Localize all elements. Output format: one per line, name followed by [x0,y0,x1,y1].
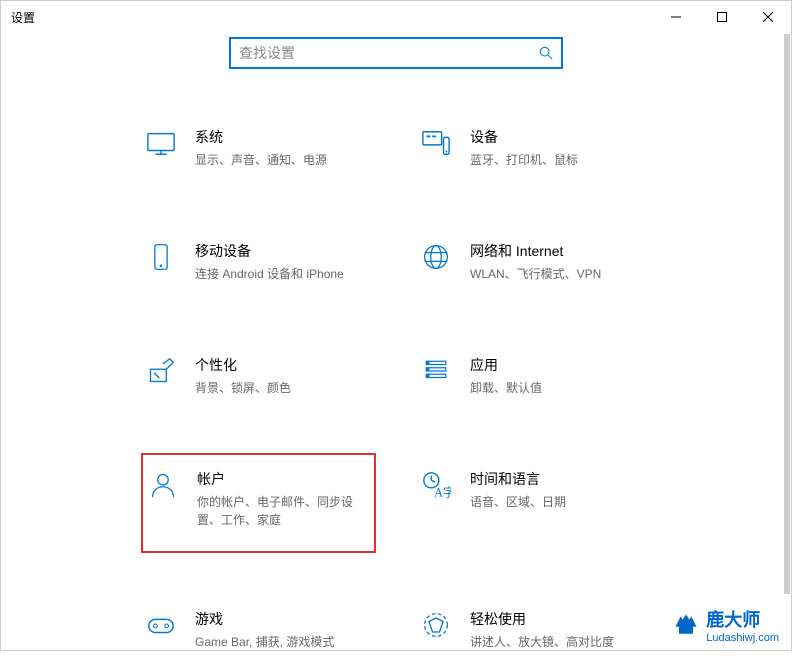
person-icon [147,469,179,501]
category-desc: 显示、声音、通知、电源 [195,151,365,169]
category-text: 时间和语言语音、区域、日期 [470,469,647,511]
category-text: 设备蓝牙、打印机、鼠标 [470,127,647,169]
category-text: 帐户你的帐户、电子邮件、同步设置、工作、家庭 [197,469,370,529]
category-desc: 背景、锁屏、颜色 [195,379,365,397]
category-text: 应用卸载、默认值 [470,355,647,397]
watermark-url: Ludashiwj.com [706,632,779,644]
category-system[interactable]: 系统显示、声音、通知、电源 [141,119,376,177]
category-title: 设备 [470,127,647,147]
category-desc: 连接 Android 设备和 iPhone [195,265,365,283]
svg-text:A字: A字 [434,484,451,499]
categories-grid: 系统显示、声音、通知、电源 设备蓝牙、打印机、鼠标移动设备连接 Android 设… [1,119,791,659]
category-desc: 语音、区域、日期 [470,493,640,511]
window-title: 设置 [11,9,35,26]
category-title: 网络和 Internet [470,241,647,261]
category-accessibility[interactable]: 轻松使用讲述人、放大镜、高对比度 [416,601,651,659]
category-time[interactable]: A字 时间和语言语音、区域、日期 [416,461,651,545]
category-desc: Game Bar, 捕获, 游戏模式 [195,633,365,651]
category-personalization[interactable]: 个性化背景、锁屏、颜色 [141,347,376,405]
minimize-icon [671,12,681,22]
category-accounts[interactable]: 帐户你的帐户、电子邮件、同步设置、工作、家庭 [141,453,376,553]
monitor-icon [145,127,177,159]
window-controls [653,1,791,33]
watermark: 鹿大师 Ludashiwj.com [672,606,779,644]
category-text: 个性化背景、锁屏、颜色 [195,355,372,397]
apps-icon [420,355,452,387]
category-title: 帐户 [197,469,370,489]
category-network[interactable]: 网络和 Internet WLAN、飞行模式、VPN [416,233,651,291]
category-gaming[interactable]: 游戏 Game Bar, 捕获, 游戏模式 [141,601,376,659]
titlebar: 设置 [1,1,791,33]
category-desc: 卸载、默认值 [470,379,640,397]
devices-icon [420,127,452,159]
time-language-icon: A字 [420,469,452,501]
scrollbar[interactable] [784,34,790,594]
minimize-button[interactable] [653,1,699,33]
category-title: 系统 [195,127,372,147]
pen-icon [145,355,177,387]
maximize-icon [717,12,727,22]
gamepad-icon [145,609,177,641]
close-icon [763,12,773,22]
category-title: 个性化 [195,355,372,375]
category-desc: 蓝牙、打印机、鼠标 [470,151,640,169]
watermark-logo-icon [672,611,700,639]
category-phone[interactable]: 移动设备连接 Android 设备和 iPhone [141,233,376,291]
category-apps[interactable]: 应用卸载、默认值 [416,347,651,405]
globe-icon [420,241,452,273]
category-text: 移动设备连接 Android 设备和 iPhone [195,241,372,283]
category-title: 应用 [470,355,647,375]
category-text: 系统显示、声音、通知、电源 [195,127,372,169]
search-container [1,37,791,69]
category-text: 游戏 Game Bar, 捕获, 游戏模式 [195,609,372,651]
category-title: 移动设备 [195,241,372,261]
category-title: 时间和语言 [470,469,647,489]
maximize-button[interactable] [699,1,745,33]
category-text: 网络和 Internet WLAN、飞行模式、VPN [470,241,647,283]
watermark-brand: 鹿大师 [706,606,760,632]
accessibility-icon [420,609,452,641]
search-box[interactable] [229,37,563,69]
category-desc: WLAN、飞行模式、VPN [470,265,640,283]
close-button[interactable] [745,1,791,33]
category-title: 游戏 [195,609,372,629]
phone-icon [145,241,177,273]
search-icon [539,46,553,60]
category-devices[interactable]: 设备蓝牙、打印机、鼠标 [416,119,651,177]
category-title: 轻松使用 [470,609,647,629]
category-text: 轻松使用讲述人、放大镜、高对比度 [470,609,647,651]
category-desc: 你的帐户、电子邮件、同步设置、工作、家庭 [197,493,367,529]
search-input[interactable] [239,45,539,61]
category-desc: 讲述人、放大镜、高对比度 [470,633,640,651]
